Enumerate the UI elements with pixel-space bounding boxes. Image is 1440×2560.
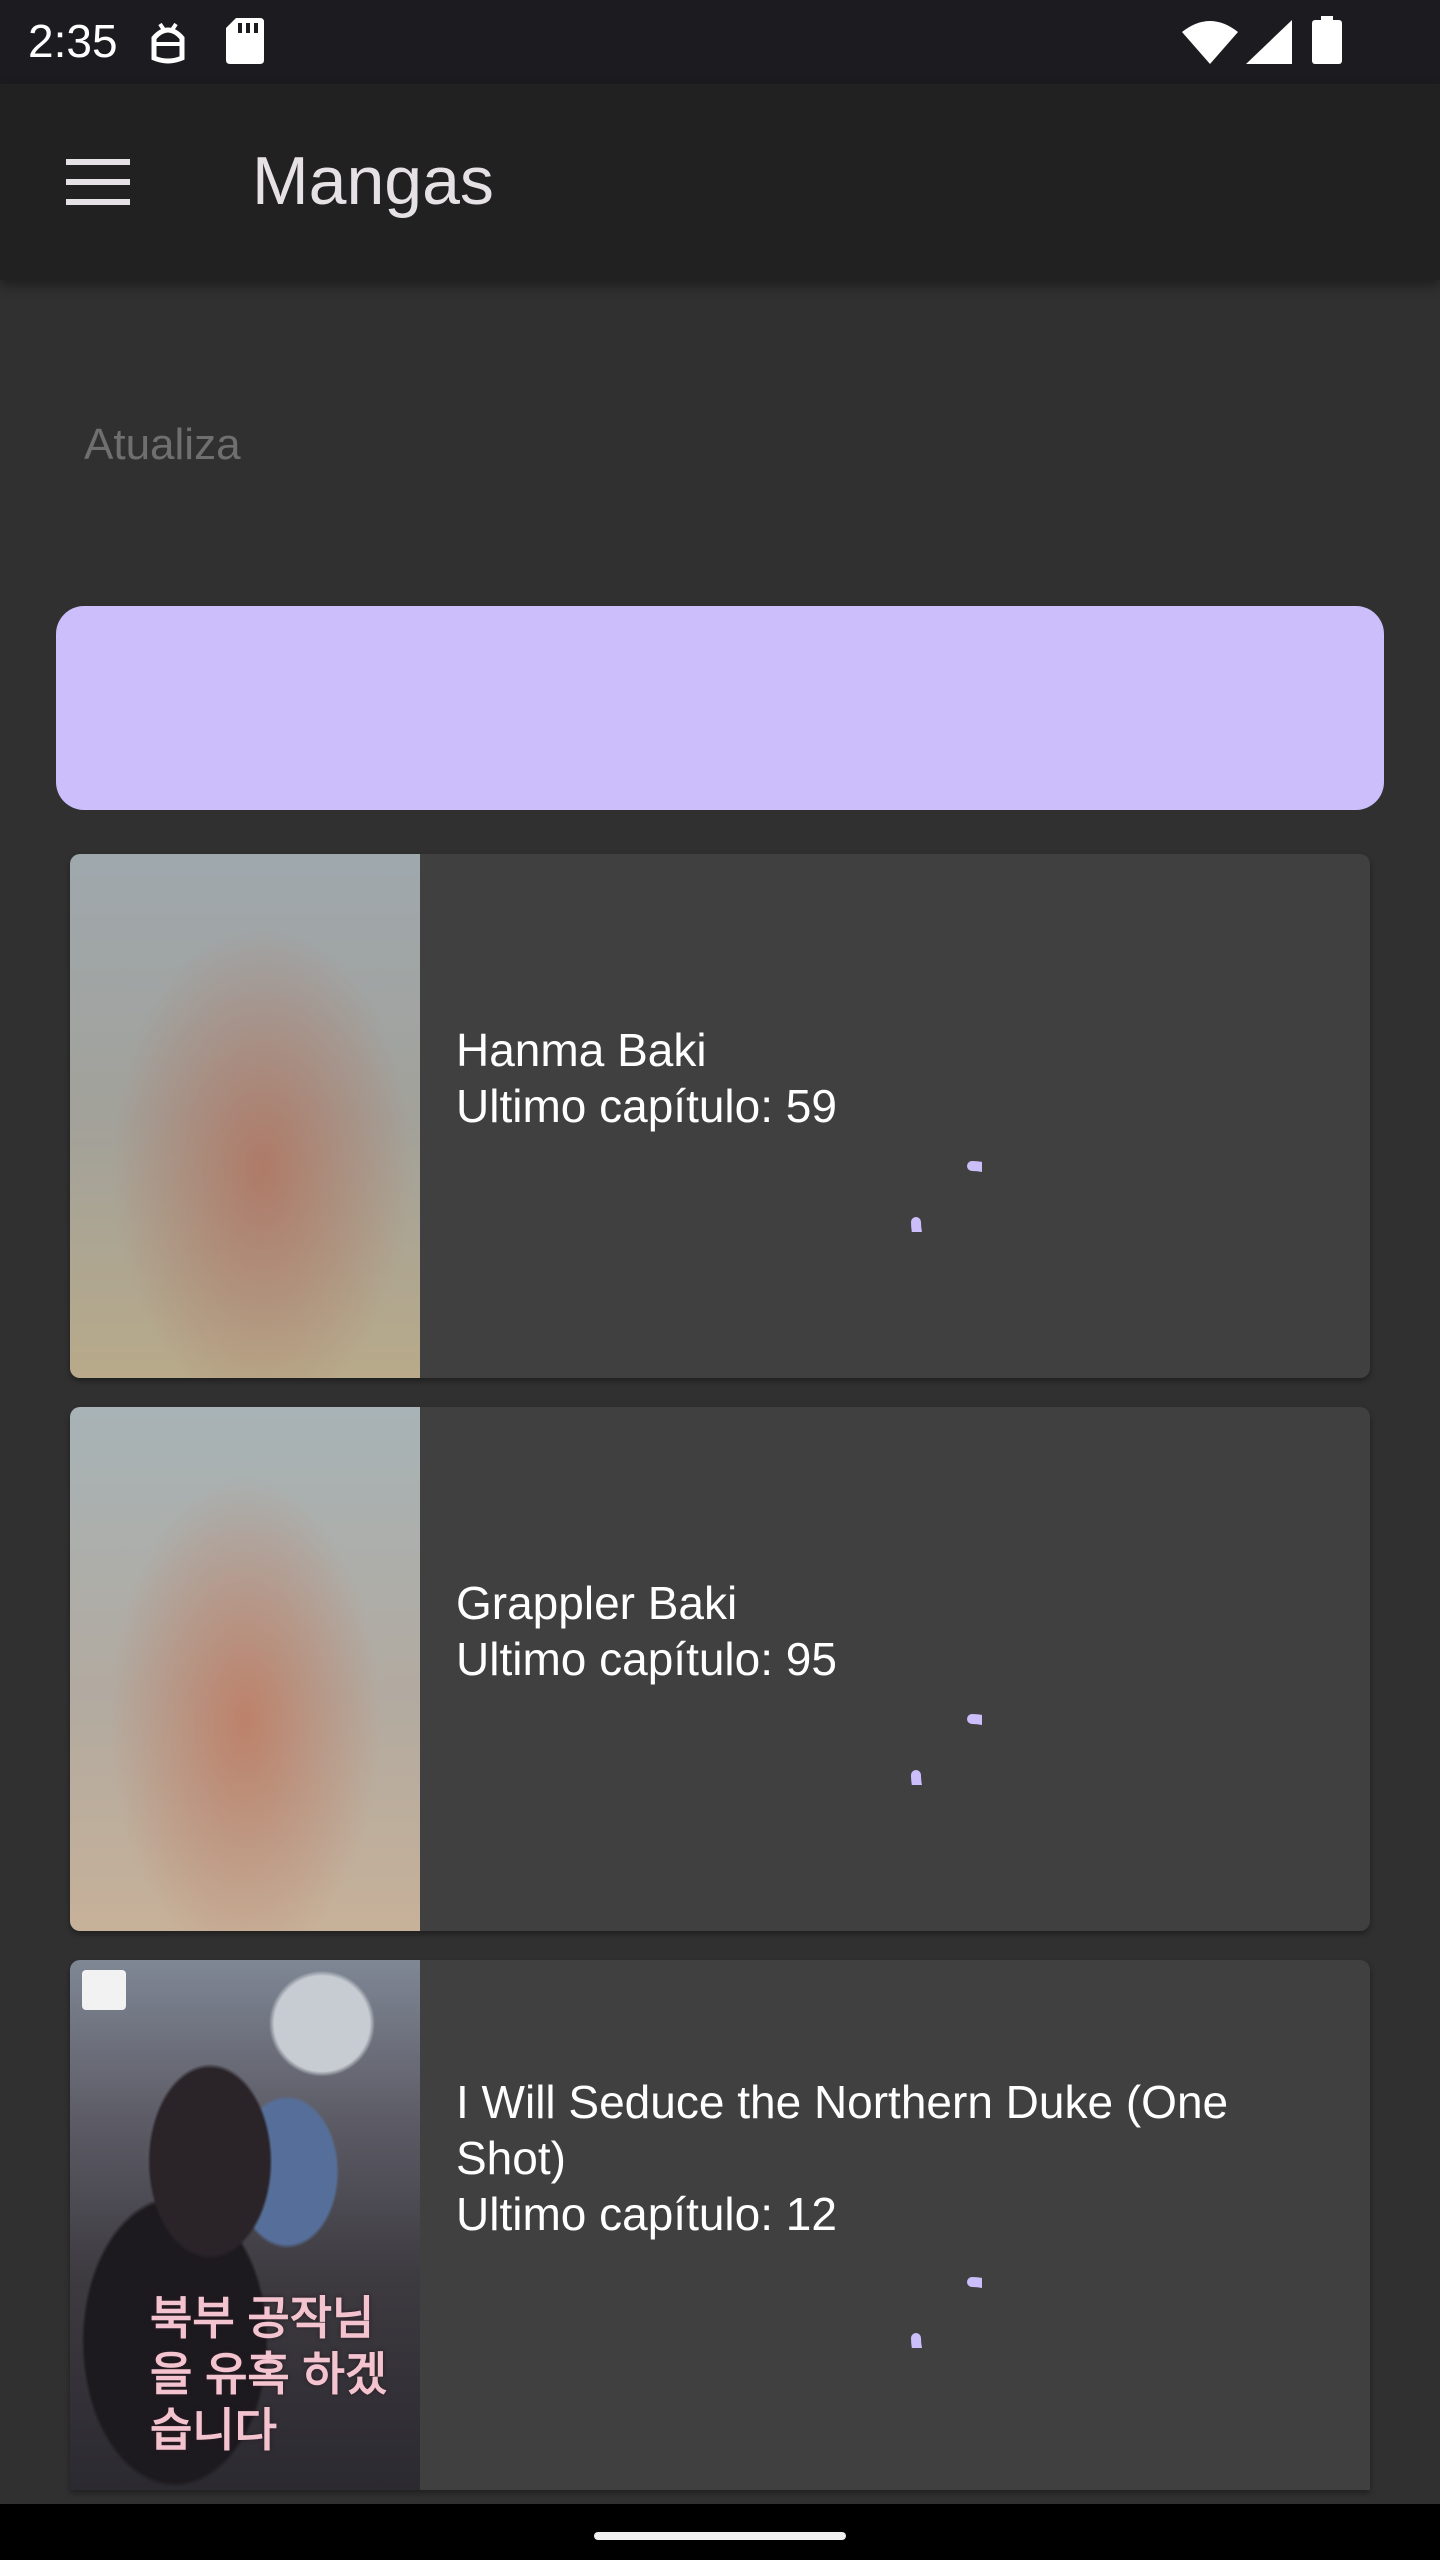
publisher-logo-icon [82, 1970, 126, 2010]
manga-cover [70, 854, 420, 1378]
home-gesture-handle[interactable] [594, 2532, 846, 2540]
loading-spinner-icon [911, 2277, 982, 2348]
manga-card[interactable]: Hanma Baki Ultimo capítulo: 59 [70, 854, 1370, 1378]
manga-title: Hanma Baki [456, 1024, 707, 1076]
loading-spinner-icon [911, 1714, 982, 1785]
navigation-bar [0, 2504, 1440, 2560]
manga-cover [70, 1407, 420, 1931]
loading-spinner-icon [911, 1161, 982, 1232]
update-input-label[interactable]: Atualiza [84, 420, 241, 470]
status-bar: 2:35 [0, 0, 1440, 84]
manga-card[interactable]: Grappler Baki Ultimo capítulo: 95 [70, 1407, 1370, 1931]
android-debug-icon [148, 18, 188, 71]
hamburger-menu-icon [66, 159, 130, 205]
main-content: Atualiza Hanma Baki Ultimo capítulo: 59 … [0, 280, 1440, 2504]
update-button[interactable] [56, 606, 1384, 810]
status-time: 2:35 [28, 15, 118, 67]
manga-title: I Will Seduce the Northern Duke (One Sho… [456, 2076, 1229, 2184]
wifi-icon [1182, 20, 1238, 69]
manga-title: Grappler Baki [456, 1577, 738, 1629]
page-title: Mangas [252, 143, 494, 219]
manga-cover: 북부 공작님을 유혹 하겠습니다 [70, 1960, 420, 2490]
screen: 2:35 Mangas Atualiza Hanma Baki Ultimo c… [0, 0, 1440, 2560]
cover-title-art: 북부 공작님을 유혹 하겠습니다 [150, 2292, 388, 2456]
battery-icon [1312, 16, 1342, 69]
sd-card-icon [226, 18, 264, 69]
cell-signal-icon [1246, 20, 1292, 69]
app-bar: Mangas [0, 84, 1440, 280]
manga-card[interactable]: 북부 공작님을 유혹 하겠습니다 I Will Seduce the North… [70, 1960, 1370, 2490]
menu-button[interactable] [48, 132, 148, 232]
